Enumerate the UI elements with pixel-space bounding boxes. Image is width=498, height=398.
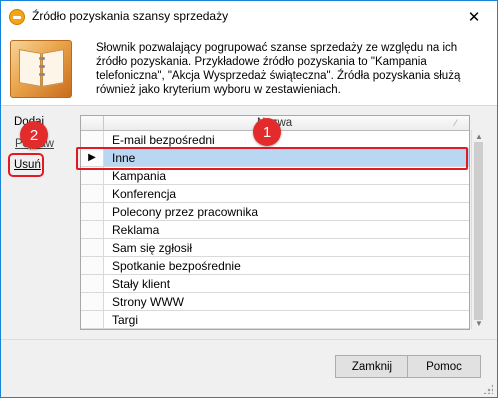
resize-grip-icon[interactable]	[483, 384, 493, 394]
row-indicator[interactable]	[81, 257, 104, 274]
description-panel: Słownik pozwalający pogrupować szanse sp…	[1, 32, 497, 106]
row-indicator[interactable]	[81, 203, 104, 220]
selected-row-highlight	[76, 147, 468, 170]
description-text: Słownik pozwalający pogrupować szanse sp…	[96, 42, 461, 96]
table-row[interactable]: Spotkanie bezpośrednie	[81, 257, 469, 275]
vertical-scrollbar[interactable]: ▲ ▼	[471, 130, 484, 329]
scroll-down-icon[interactable]: ▼	[475, 319, 483, 328]
table-row[interactable]: Reklama	[81, 221, 469, 239]
close-window-button[interactable]: ✕	[451, 1, 497, 32]
row-indicator[interactable]	[81, 185, 104, 202]
row-indicator[interactable]	[81, 275, 104, 292]
scroll-thumb[interactable]	[474, 142, 483, 320]
help-button[interactable]: Pomoc	[407, 355, 481, 378]
row-name-cell: Sam się zgłosił	[112, 241, 193, 255]
row-name-cell: Stały klient	[112, 277, 171, 291]
close-button[interactable]: Zamknij	[335, 355, 409, 378]
binder-books-icon	[10, 40, 72, 98]
dialog-footer: Zamknij Pomoc	[1, 339, 497, 397]
table-row[interactable]: Strony WWW	[81, 293, 469, 311]
delete-highlight-box	[8, 153, 44, 177]
sort-indicator-icon: ⁄	[455, 118, 457, 128]
row-indicator[interactable]	[81, 293, 104, 310]
title-bar: Źródło pozyskania szansy sprzedaży ✕	[1, 1, 497, 32]
row-indicator[interactable]	[81, 131, 104, 148]
annotation-badge-2: 2	[20, 121, 48, 149]
window-title: Źródło pozyskania szansy sprzedaży	[32, 9, 229, 23]
row-indicator[interactable]	[81, 311, 104, 328]
row-indicator[interactable]	[81, 221, 104, 238]
row-name-cell: Strony WWW	[112, 295, 184, 309]
scroll-up-icon[interactable]: ▲	[475, 132, 483, 141]
dialog-window: Źródło pozyskania szansy sprzedaży ✕ Sło…	[0, 0, 498, 398]
table-row[interactable]: Stały klient	[81, 275, 469, 293]
table-row[interactable]: Konferencja	[81, 185, 469, 203]
row-name-cell: Targi	[112, 313, 139, 327]
row-name-cell: Polecony przez pracownika	[112, 205, 259, 219]
app-logo-icon	[9, 9, 25, 25]
annotation-badge-1: 1	[253, 118, 281, 146]
row-name-cell: Kampania	[112, 169, 167, 183]
row-name-cell: Spotkanie bezpośrednie	[112, 259, 241, 273]
table-row[interactable]: Targi	[81, 311, 469, 329]
row-indicator[interactable]	[81, 239, 104, 256]
row-name-cell: E-mail bezpośredni	[112, 133, 215, 147]
row-name-cell: Reklama	[112, 223, 160, 237]
table-row[interactable]: Polecony przez pracownika	[81, 203, 469, 221]
row-selector-header	[81, 116, 104, 130]
row-name-cell: Konferencja	[112, 187, 177, 201]
table-row[interactable]: Sam się zgłosił	[81, 239, 469, 257]
